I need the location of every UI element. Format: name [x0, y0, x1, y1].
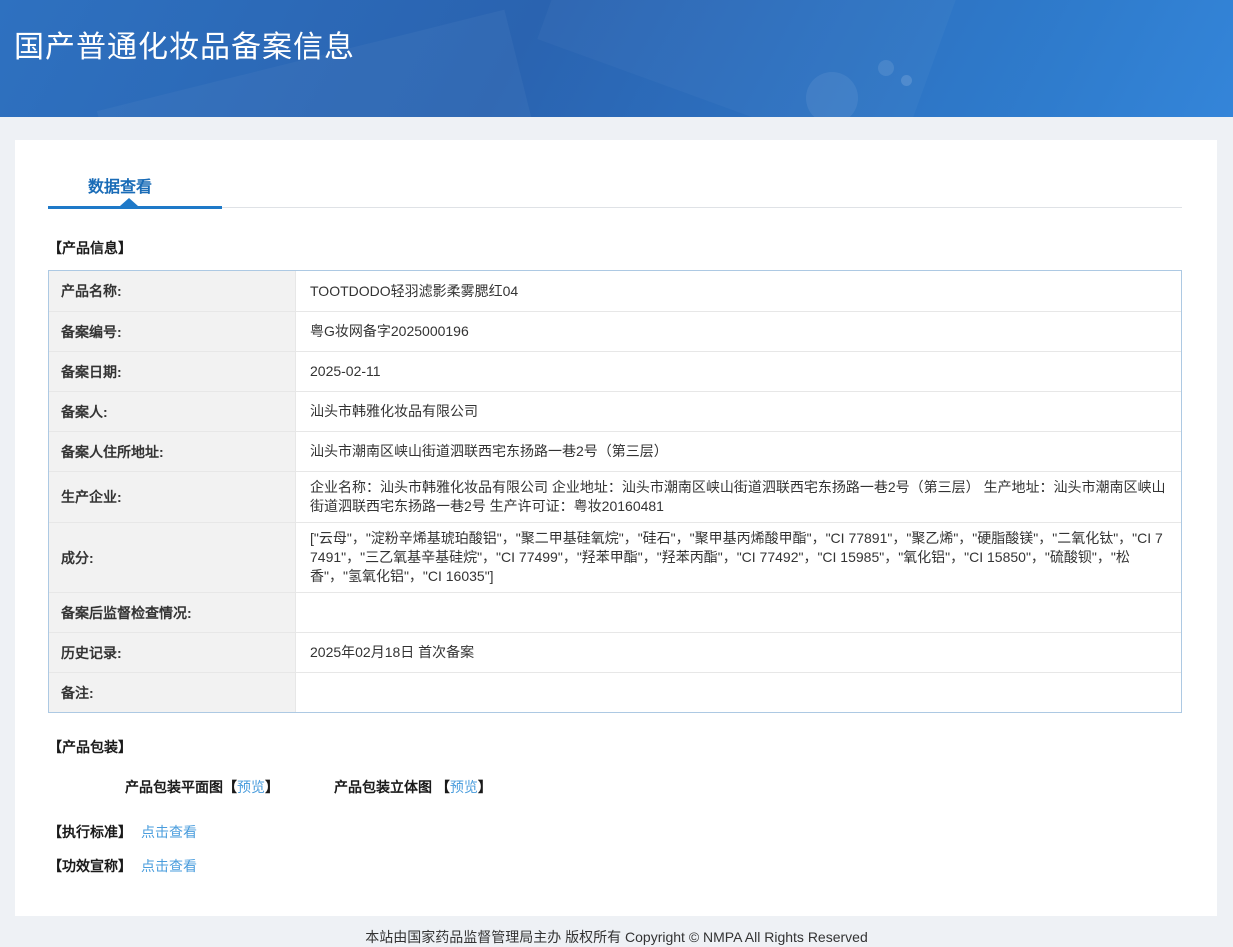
row-value: ["云母"，"淀粉辛烯基琥珀酸铝"，"聚二甲基硅氧烷"，"硅石"，"聚甲基丙烯酸…	[310, 530, 1163, 584]
standards-title: 【执行标准】	[48, 824, 132, 840]
row-value: 汕头市韩雅化妆品有限公司	[310, 403, 478, 419]
table-row: 备案编号: 粤G妆网备字2025000196	[49, 311, 1181, 351]
tab-data-view[interactable]: 数据查看	[88, 173, 152, 197]
packaging-stereo-label: 产品包装立体图	[334, 779, 436, 795]
tab-active-indicator	[120, 198, 138, 206]
row-label: 备案人:	[49, 392, 296, 431]
row-label: 备案日期:	[49, 352, 296, 391]
table-row: 备注:	[49, 672, 1181, 712]
table-row: 成分: ["云母"，"淀粉辛烯基琥珀酸铝"，"聚二甲基硅氧烷"，"硅石"，"聚甲…	[49, 522, 1181, 592]
table-row: 产品名称: TOOTDODO轻羽滤影柔雾腮红04	[49, 271, 1181, 311]
efficacy-row: 【功效宣称】 点击查看	[48, 856, 1182, 876]
table-row: 备案人住所地址: 汕头市潮南区峡山街道泗联西宅东扬路一巷2号（第三层）	[49, 431, 1181, 471]
row-label: 备案后监督检查情况:	[49, 593, 296, 632]
packaging-stereo-preview-link[interactable]: 预览	[450, 779, 478, 795]
tab-bar: 数据查看	[48, 140, 1182, 209]
bracket-close: 】	[265, 779, 279, 795]
section-title-product-info: 【产品信息】	[48, 240, 132, 256]
efficacy-title: 【功效宣称】	[48, 858, 132, 874]
row-value: 企业名称：汕头市韩雅化妆品有限公司 企业地址：汕头市潮南区峡山街道泗联西宅东扬路…	[310, 479, 1166, 514]
header-decoration-circle	[901, 75, 912, 86]
standards-row: 【执行标准】 点击查看	[48, 822, 1182, 842]
table-row: 备案日期: 2025-02-11	[49, 351, 1181, 391]
row-value: TOOTDODO轻羽滤影柔雾腮红04	[310, 282, 519, 299]
packaging-flat-item: 产品包装平面图【预览】	[125, 777, 279, 797]
section-title-packaging: 【产品包装】	[48, 739, 132, 755]
page-footer: 本站由国家药品监督管理局主办 版权所有 Copyright © NMPA All…	[0, 916, 1233, 947]
copyright-text: 本站由国家药品监督管理局主办 版权所有 Copyright © NMPA All…	[365, 929, 868, 945]
page-title: 国产普通化妆品备案信息	[14, 31, 355, 64]
row-value: 汕头市潮南区峡山街道泗联西宅东扬路一巷2号（第三层）	[310, 443, 668, 459]
packaging-flat-label: 产品包装平面图	[125, 779, 223, 795]
row-value	[296, 593, 1181, 632]
bracket-open: 【	[223, 779, 237, 795]
table-row: 备案人: 汕头市韩雅化妆品有限公司	[49, 391, 1181, 431]
table-row: 备案后监督检查情况:	[49, 592, 1181, 632]
row-label: 备案编号:	[49, 312, 296, 351]
row-label: 产品名称:	[49, 271, 296, 311]
header-decoration-circle	[878, 60, 894, 76]
row-label: 备注:	[49, 673, 296, 712]
bracket-open: 【	[435, 779, 450, 795]
packaging-stereo-item: 产品包装立体图 【预览】	[334, 777, 492, 797]
row-value	[296, 673, 1181, 712]
tab-active-underline	[48, 206, 222, 209]
header-decoration-circle	[806, 72, 858, 117]
efficacy-view-link[interactable]: 点击查看	[141, 856, 197, 876]
header-decoration	[537, 0, 962, 117]
row-label: 历史记录:	[49, 633, 296, 672]
bracket-close: 】	[477, 779, 492, 795]
tab-data-view-label: 数据查看	[88, 179, 153, 196]
row-label: 备案人住所地址:	[49, 432, 296, 471]
row-value: 2025-02-11	[310, 363, 381, 379]
row-value: 2025年02月18日 首次备案	[310, 644, 475, 660]
packaging-row: 产品包装平面图【预览】 产品包装立体图 【预览】	[48, 777, 1182, 797]
page-header: 国产普通化妆品备案信息	[0, 0, 1233, 117]
standards-view-link[interactable]: 点击查看	[141, 822, 197, 842]
row-value: 粤G妆网备字2025000196	[310, 323, 469, 339]
packaging-flat-preview-link[interactable]: 预览	[237, 779, 265, 795]
table-row: 历史记录: 2025年02月18日 首次备案	[49, 632, 1181, 672]
info-table: 产品名称: TOOTDODO轻羽滤影柔雾腮红04 备案编号: 粤G妆网备字202…	[48, 270, 1182, 713]
content-card: 数据查看 【产品信息】 产品名称: TOOTDODO轻羽滤影柔雾腮红04 备案编…	[15, 140, 1217, 916]
row-label: 成分:	[49, 523, 296, 592]
row-label: 生产企业:	[49, 472, 296, 522]
table-row: 生产企业: 企业名称：汕头市韩雅化妆品有限公司 企业地址：汕头市潮南区峡山街道泗…	[49, 471, 1181, 522]
